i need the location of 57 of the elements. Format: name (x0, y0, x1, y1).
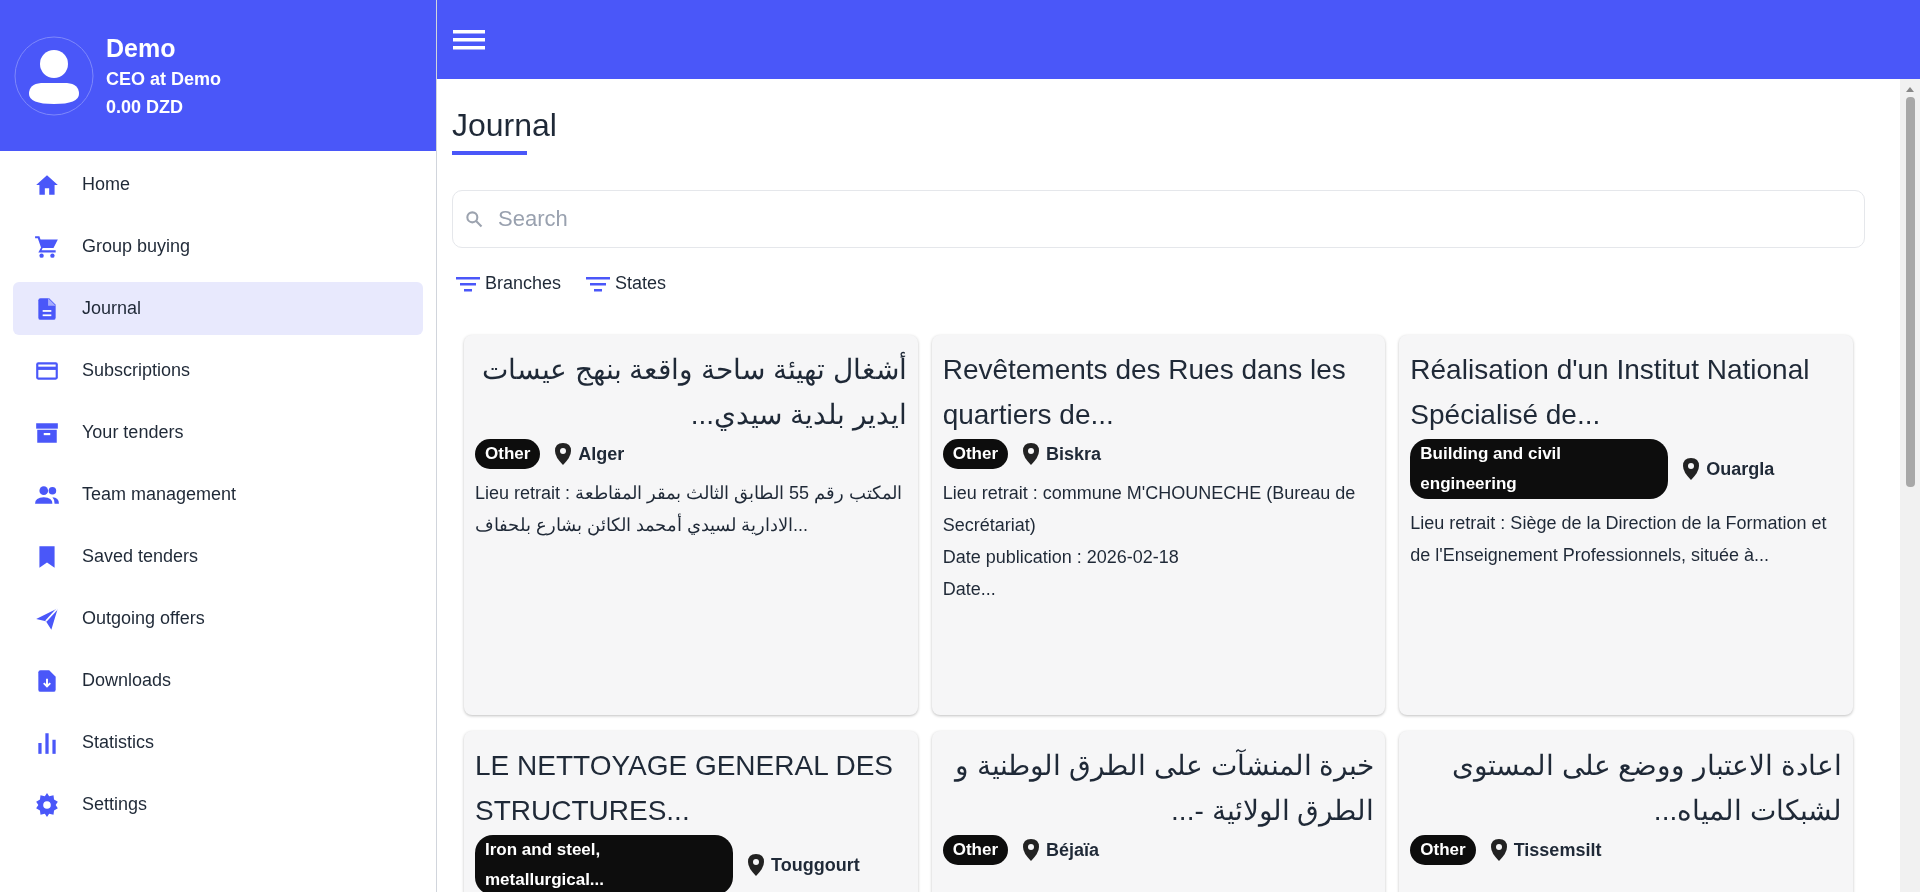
card-description: Lieu retrait : المكتب رقم 55 الطابق الثالث بمقر المقاطعة الادارية لسيدي أمحمد الكائن بشارع بلحفاف... (475, 482, 904, 538)
sidebar-item[interactable]: Your tenders (13, 406, 423, 459)
card-title: LE NETTOYAGE GENERAL DES STRUCTURES... (475, 749, 895, 828)
card-title: اعادة الاعتبار ووضع على المستوى لشبكات المياه... (1450, 749, 1842, 828)
location-text: Ouargla (1706, 457, 1775, 481)
sidebar-item[interactable]: Group buying (13, 220, 423, 273)
paper-plane-icon (34, 605, 60, 632)
location-text: Biskra (1046, 442, 1102, 466)
location-pin-icon (1489, 838, 1508, 862)
sidebar-item[interactable]: Downloads (13, 654, 423, 707)
location-pin-icon (554, 442, 573, 466)
sidebar-item[interactable]: Statistics (13, 716, 423, 769)
sidebar-item[interactable]: Journal (13, 282, 423, 335)
sidebar-item[interactable]: Home (13, 158, 423, 211)
settings-icon (34, 791, 60, 818)
scroll-up-arrow-icon[interactable] (1905, 85, 1915, 93)
scrollbar-thumb[interactable] (1905, 97, 1915, 487)
sidebar-item[interactable]: Team management (13, 468, 423, 521)
scrollbar[interactable] (1900, 79, 1920, 892)
location-text: Alger (578, 442, 625, 466)
balance: 0.00 DZD (106, 95, 185, 119)
card-title: خبرة المنشآت على الطرق الوطنية و الطرق الولائية -... (952, 748, 1375, 829)
sidebar-item[interactable]: Settings (13, 778, 423, 831)
filter-button[interactable]: Branches (455, 270, 562, 297)
location-pin-icon (1022, 838, 1040, 862)
tender-card[interactable]: LE NETTOYAGE GENERAL DES STRUCTURES... Iron and steel, metallurgical... Touggourt (464, 731, 918, 892)
category-tag: Other (1410, 835, 1476, 865)
tender-card[interactable]: Revêtements des Rues dans les quartiers de... Other Biskra Lieu retrait : commune M'CHOUNECHE (Bureau de Secrétariat) Date publication : 2026-02-18 Date... (931, 335, 1386, 715)
category-tag: Iron and steel, metallurgical... (475, 835, 733, 892)
card-title: Réalisation d'un Institut National Spécialisé de... (1410, 353, 1811, 432)
card-title: أشغال تهيئة ساحة واقعة بنهج عيسات ايدير بلدية سيدي... (475, 347, 907, 437)
cart-icon (34, 233, 60, 260)
sidebar-item[interactable]: Saved tenders (13, 530, 423, 583)
sidebar-item[interactable]: Subscriptions (13, 344, 423, 397)
menu-icon (453, 27, 485, 52)
search-icon (464, 209, 484, 229)
sidebar-item[interactable]: Outgoing offers (13, 592, 423, 645)
card-title: Revêtements des Rues dans les quartiers de... (942, 353, 1347, 432)
user-name: Demo (106, 32, 177, 64)
category-tag: Other (475, 439, 541, 469)
location-pin-icon (747, 853, 765, 877)
category-tag: Building and civil engineering (1410, 439, 1669, 499)
location-pin-icon (1682, 457, 1701, 481)
user-role: CEO at Demo (106, 67, 222, 91)
tender-card[interactable]: Réalisation d'un Institut National Spécialisé de... Building and civil engineering Ouargla Lieu retrait : Siège de la Direction de la Formation et de l'Enseignement Professionnels, située à... (1399, 335, 1853, 715)
location-pin-icon (1022, 442, 1040, 466)
filter-button[interactable]: States (585, 270, 667, 297)
location-text: Tissemsilt (1513, 838, 1602, 862)
avatar-icon (14, 35, 94, 116)
location-text: Touggourt (771, 853, 860, 877)
card-description: Lieu retrait : commune M'CHOUNECHE (Bureau de Secrétariat) Date publication : 2026-02-18 Date... (942, 482, 1357, 601)
category-tag: Other (942, 835, 1008, 865)
page-title: Journal (452, 106, 557, 145)
location-text: Béjaïa (1046, 838, 1100, 862)
card-description: Lieu retrait : Siège de la Direction de la Formation et de l'Enseignement Professionnels, située à... (1410, 512, 1828, 567)
search-field[interactable]: Search (452, 190, 1865, 248)
category-tag: Other (942, 439, 1008, 469)
